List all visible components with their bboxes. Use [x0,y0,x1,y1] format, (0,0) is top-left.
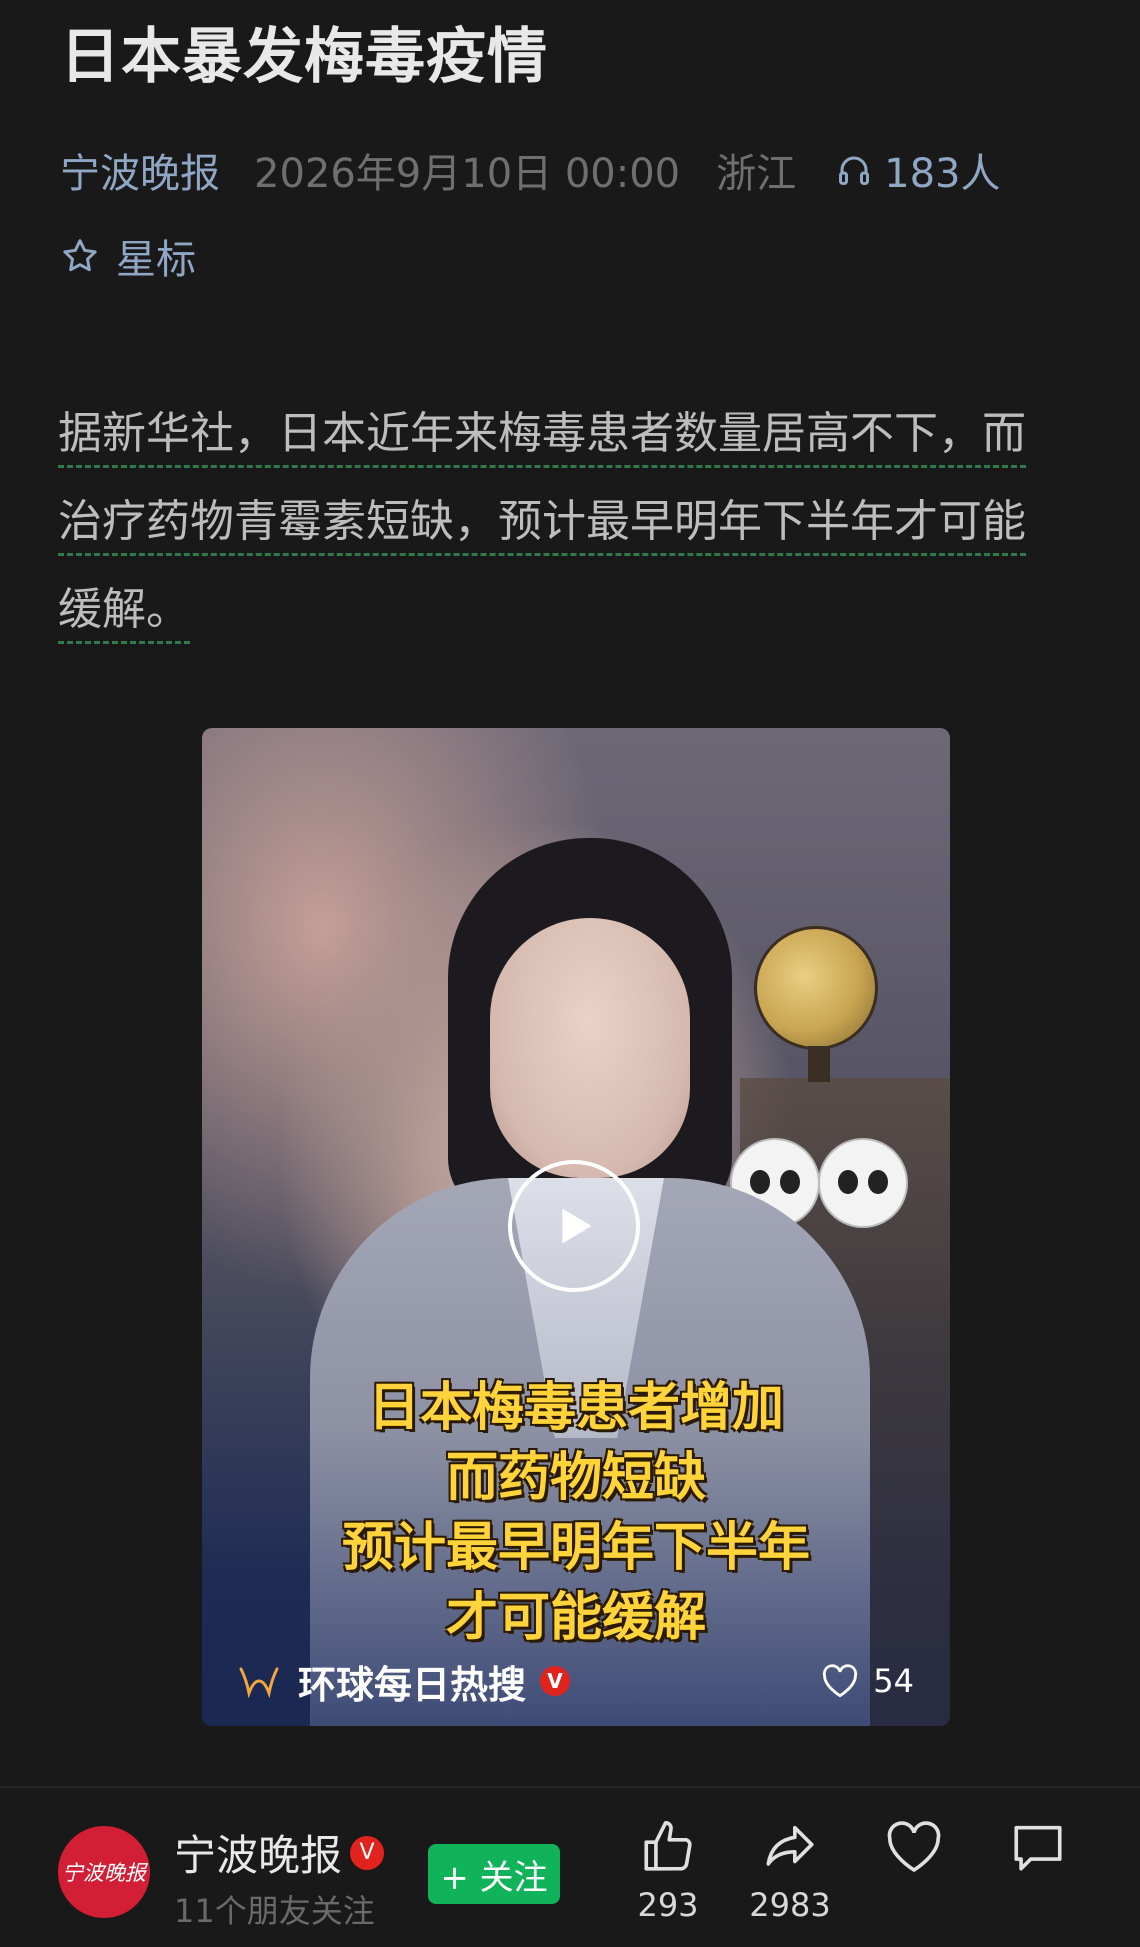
verified-badge: V [350,1835,385,1870]
account-name-row[interactable]: 宁波晚报 V [174,1822,385,1883]
comment-icon [1014,1825,1062,1871]
video-like-count: 54 [873,1662,914,1700]
video-info-bar: 环球每日热搜 V 54 [202,1636,950,1726]
video-caption: 日本梅毒患者增加 而药物短缺 预计最早明年下半年 才可能缓解 [202,1373,950,1653]
video-like-button[interactable]: 54 [821,1662,914,1700]
panda-toy [818,1138,908,1228]
follower-info: 11个朋友关注 [174,1892,375,1930]
article-title: 日本暴发梅毒疫情 [60,22,548,92]
favorite-icon [887,1821,941,1873]
star-button[interactable]: 星标 [60,228,196,284]
video-player[interactable]: 日本梅毒患者增加 而药物短缺 预计最早明年下半年 才可能缓解 环球每日热搜 V … [202,728,950,1726]
bottom-action-bar: 宁波晚报 宁波晚报 V 11个朋友关注 + 关注 293 2983 [0,1788,1140,1947]
share-icon [766,1825,814,1866]
listener-count: 183人 [884,151,1001,197]
share-action[interactable]: 2983 [740,1818,840,1924]
publish-datetime: 2026年9月10日 00:00 [254,151,681,197]
body-line[interactable]: 治疗药物青霉素短缺，预计最早明年下半年才可能 [58,496,1026,556]
verified-badge: V [540,1666,571,1696]
caption-line: 日本梅毒患者增加 [367,1378,784,1438]
caption-line: 而药物短缺 [445,1448,706,1508]
share-count: 2983 [749,1886,831,1924]
channel-logo-icon [239,1667,279,1698]
favorite-action[interactable] [864,1818,964,1886]
thumbs-up-icon [644,1821,692,1871]
region-label: 浙江 [716,151,797,197]
listen-button[interactable]: 183人 [836,141,1001,199]
channel-name: 环球每日热搜 [298,1662,527,1707]
headphones-icon [839,156,870,185]
background-globe [754,926,878,1050]
like-action[interactable]: 293 [618,1818,718,1924]
source-link[interactable]: 宁波晚报 [60,141,220,199]
like-count: 293 [637,1886,699,1924]
comment-action[interactable] [988,1818,1088,1886]
heart-icon [823,1664,858,1698]
article-meta: 宁波晚报 2026年9月10日 00:00 浙江 183人 [60,140,1001,200]
follow-button[interactable]: + 关注 [428,1844,560,1904]
body-line[interactable]: 据新华社，日本近年来梅毒患者数量居高不下，而 [58,408,1026,468]
globe-stand [808,1046,830,1082]
presenter-face [490,918,690,1178]
star-icon [63,239,97,272]
article-body: 据新华社，日本近年来梅毒患者数量居高不下，而 治疗药物青霉素短缺，预计最早明年下… [58,390,1098,654]
video-channel[interactable]: 环球每日热搜 V [238,1654,571,1709]
avatar[interactable]: 宁波晚报 [58,1826,150,1918]
star-label: 星标 [116,237,196,283]
caption-line: 预计最早明年下半年 [341,1518,810,1578]
play-icon [562,1208,592,1244]
account-name: 宁波晚报 [174,1831,343,1880]
body-line[interactable]: 缓解。 [58,584,190,644]
play-button[interactable] [508,1160,640,1292]
